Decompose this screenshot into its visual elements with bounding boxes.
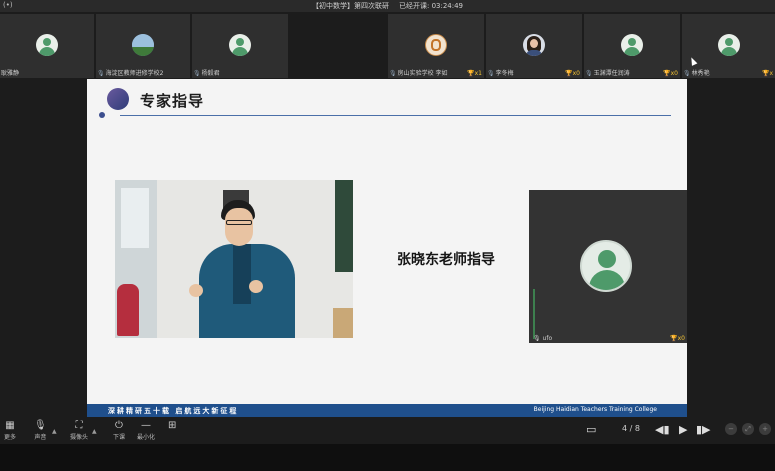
speaker-video-tile[interactable]: 🎙 ufo 🏆x0: [529, 190, 687, 343]
mic-muted-icon: 🎙: [389, 70, 397, 77]
elapsed-time: 已经开课: 03:24:49: [398, 2, 464, 10]
trophy-icon: 🏆: [467, 70, 475, 77]
participant-name: 林秀艳: [691, 70, 710, 77]
participant-strip: 耿雅静 🎙海淀区教师进修学校2 🎙杨毅君 🎙房山实验学校 李如 🏆x1 🎙李冬梅…: [0, 14, 775, 80]
title-bar: (•) 【初中数学】第四次联研 已经开课: 03:24:49: [0, 0, 775, 12]
trophy-icon: 🏆: [663, 70, 671, 77]
page-indicator: 4 / 8: [622, 424, 640, 433]
volume-indicator: [533, 289, 535, 339]
participant-tile[interactable]: 🎙林秀艳 🏆x: [682, 14, 775, 78]
audio-button[interactable]: 🎙 声音 ▲: [34, 420, 57, 441]
participant-tile[interactable]: 🎙海淀区教师进修学校2: [96, 14, 190, 78]
play-icon[interactable]: ▶: [679, 423, 687, 436]
bottom-bar: [0, 444, 775, 471]
participant-name: 玉渊潭任润涛: [593, 70, 630, 77]
footer-slogan: 深耕精研五十载 启航远大新征程: [108, 407, 239, 415]
teacher-photo: [115, 180, 353, 338]
slide-caption: 张晓东老师指导: [397, 252, 495, 268]
fullscreen-icon[interactable]: ⤢: [742, 423, 754, 435]
decorative-circle-icon: [107, 88, 129, 110]
grid-icon: ▦: [5, 420, 15, 431]
avatar-icon: [717, 34, 740, 56]
participant-tile[interactable]: 耿雅静: [0, 14, 94, 78]
avatar-photo-icon: [523, 34, 545, 56]
meeting-toolbar: ▦ 更多 🎙 声音 ▲ ⛶ 摄像头 ▲ ⏻ 下课 — 最小化 ⊞ ▭ 4 / 8…: [0, 418, 775, 444]
mic-muted-icon: 🎙: [97, 70, 105, 77]
power-icon: ⏻: [115, 420, 123, 431]
mic-muted-icon: 🎙: [487, 70, 495, 77]
participant-tile[interactable]: 🎙李冬梅 🏆x0: [486, 14, 582, 78]
reward-count: x1: [474, 70, 482, 77]
avatar-icon: [621, 34, 643, 56]
footer-institution: Beijing Haidian Teachers Training Colleg…: [533, 406, 657, 413]
microphone-icon: 🎙: [34, 420, 47, 431]
school-logo-icon: [425, 34, 447, 56]
camera-button[interactable]: ⛶ 摄像头 ▲: [70, 420, 97, 441]
speaker-name: ufo: [542, 335, 553, 342]
participant-name: 房山实验学校 李如: [397, 70, 448, 77]
slides-panel-icon[interactable]: ▭: [586, 423, 596, 436]
participant-name: 李冬梅: [495, 70, 514, 77]
participant-name: 海淀区教师进修学校2: [105, 70, 164, 77]
camera-icon: ⛶: [75, 420, 83, 431]
participant-tile[interactable]: 🎙房山实验学校 李如 🏆x1: [388, 14, 484, 78]
mic-muted-icon: 🎙: [683, 70, 691, 77]
reward-count: x0: [572, 70, 580, 77]
meeting-title: 【初中数学】第四次联研: [311, 2, 389, 10]
participant-tile[interactable]: 🎙杨毅君: [192, 14, 288, 78]
next-slide-icon[interactable]: ▮▶: [696, 423, 711, 436]
slide-title: 专家指导: [140, 92, 205, 110]
minimize-icon: —: [141, 420, 151, 431]
zoom-out-icon[interactable]: −: [725, 423, 737, 435]
reward-count: x0: [677, 335, 685, 342]
avatar-photo-icon: [132, 34, 154, 56]
reward-count: x: [769, 70, 773, 77]
mic-muted-icon: 🎙: [585, 70, 593, 77]
mic-muted-icon: 🎙: [533, 335, 541, 342]
title-underline: [120, 115, 671, 116]
participant-tile[interactable]: 🎙玉渊潭任润涛 🏆x0: [584, 14, 680, 78]
avatar-icon: [229, 34, 251, 56]
slide-footer: 深耕精研五十载 启航远大新征程 Beijing Haidian Teachers…: [87, 404, 687, 417]
zoom-in-icon[interactable]: +: [759, 423, 771, 435]
avatar-icon: [580, 240, 632, 292]
chevron-up-icon[interactable]: ▲: [52, 428, 57, 435]
trophy-icon: 🏆: [670, 335, 678, 342]
layout-button[interactable]: ⊞: [168, 420, 176, 432]
presentation-slide: 专家指导 张晓东老师指导 🎙 ufo 🏆x0 深耕精研五十载 启航远大新征程 B…: [87, 79, 687, 417]
layout-icon: ⊞: [168, 420, 177, 431]
reward-count: x0: [670, 70, 678, 77]
more-button[interactable]: ▦ 更多: [4, 420, 16, 441]
participant-name: 杨毅君: [201, 70, 220, 77]
end-class-button[interactable]: ⏻ 下课: [113, 420, 125, 441]
prev-slide-icon[interactable]: ◀▮: [655, 423, 670, 436]
avatar-icon: [36, 34, 58, 56]
minimize-button[interactable]: — 最小化: [137, 420, 155, 441]
mic-muted-icon: 🎙: [193, 70, 201, 77]
participant-name: 耿雅静: [1, 70, 20, 77]
decorative-dot-icon: [99, 112, 105, 118]
chevron-up-icon[interactable]: ▲: [92, 428, 97, 435]
window-title: 【初中数学】第四次联研 已经开课: 03:24:49: [0, 1, 775, 11]
trophy-icon: 🏆: [565, 70, 573, 77]
